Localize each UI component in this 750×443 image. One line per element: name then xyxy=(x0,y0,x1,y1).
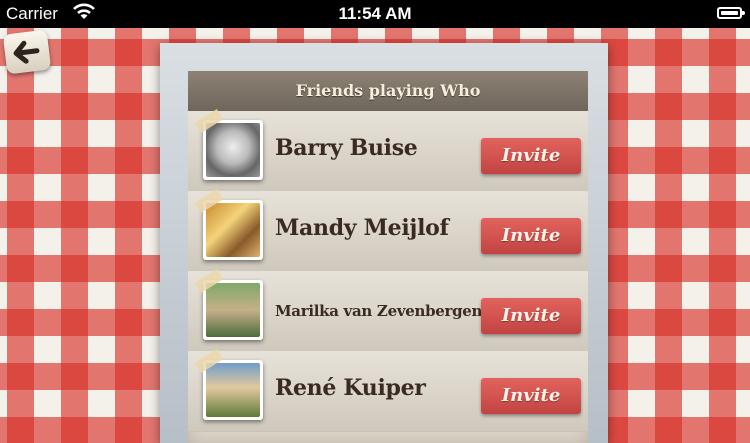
friends-tray: Friends playing Who Barry Buise Invite M… xyxy=(160,43,608,443)
invite-button[interactable]: Invite xyxy=(481,298,581,334)
page-title: Friends playing Who xyxy=(188,71,588,111)
friends-panel: Friends playing Who Barry Buise Invite M… xyxy=(188,71,588,443)
friend-row: Mandy Meijlof Invite xyxy=(188,191,588,272)
friend-name: Mandy Meijlof xyxy=(275,215,449,241)
invite-button[interactable]: Invite xyxy=(481,218,581,254)
avatar xyxy=(203,360,263,420)
friend-name: René Kuiper xyxy=(275,375,426,401)
friend-name: Marilka van Zevenbergen xyxy=(275,302,483,320)
avatar xyxy=(203,200,263,260)
friend-row: René Kuiper Invite xyxy=(188,351,588,432)
back-button[interactable] xyxy=(2,29,52,75)
avatar xyxy=(203,280,263,340)
back-arrow-icon xyxy=(13,40,40,64)
clock: 11:54 AM xyxy=(338,4,412,23)
invite-button[interactable]: Invite xyxy=(481,378,581,414)
friend-row: Barry Buise Invite xyxy=(188,111,588,192)
status-bar: Carrier 11:54 AM xyxy=(0,0,750,28)
invite-button[interactable]: Invite xyxy=(481,138,581,174)
battery-icon xyxy=(717,7,745,19)
friend-name: Barry Buise xyxy=(275,135,418,161)
avatar xyxy=(203,120,263,180)
friend-row: Marilka van Zevenbergen Invite xyxy=(188,271,588,352)
